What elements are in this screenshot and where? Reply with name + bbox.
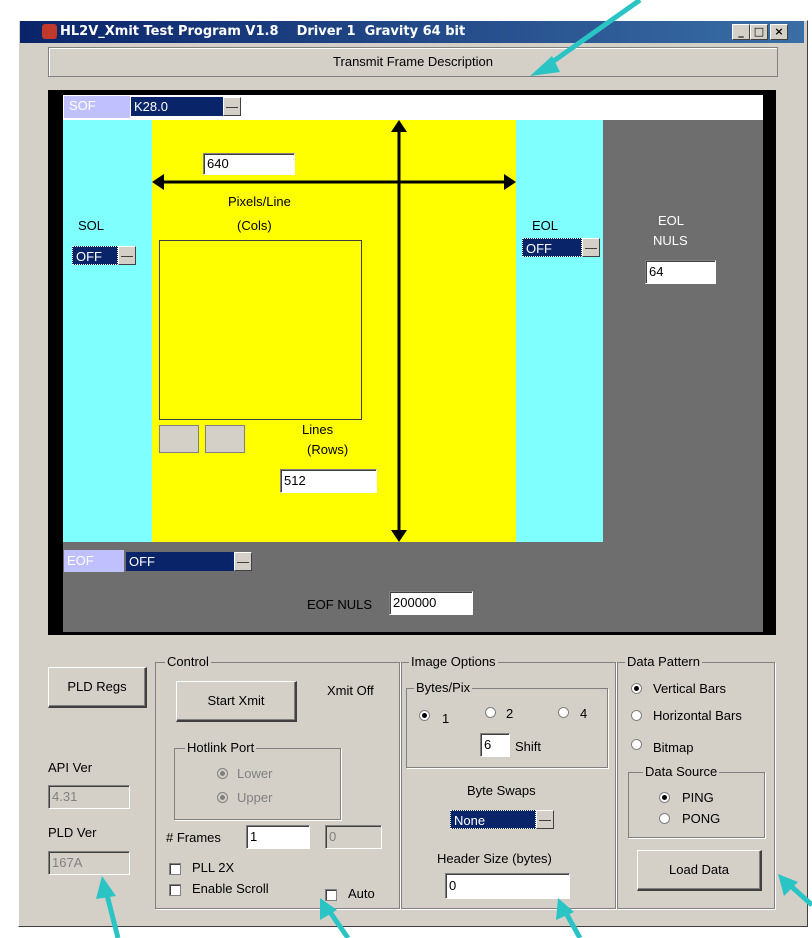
- sof-label: SOF: [69, 98, 96, 113]
- header-size-label: Header Size (bytes): [437, 851, 552, 866]
- title-bar[interactable]: HL2V_Xmit Test Program V1.8 Driver 1 Gra…: [20, 21, 804, 43]
- pong-label: PONG: [682, 811, 721, 826]
- hotlink-lower-label: Lower: [237, 766, 273, 781]
- lines-label: Lines: [302, 422, 334, 437]
- enable-scroll-label: Enable Scroll: [192, 881, 269, 896]
- sol-spin-button[interactable]: [118, 246, 136, 265]
- eol-nuls-label-2: NULS: [653, 233, 688, 248]
- frames-label: # Frames: [166, 830, 221, 845]
- minimize-button[interactable]: _: [732, 24, 750, 40]
- vertical-bars-radio[interactable]: [631, 683, 642, 694]
- horizontal-bars-radio[interactable]: [631, 710, 642, 721]
- sof-label-box: SOF: [64, 96, 130, 118]
- data-pattern-label: Data Pattern: [625, 654, 702, 669]
- eol-nuls-label-1: EOL: [658, 213, 685, 228]
- hotlink-port-group: [174, 748, 341, 820]
- vertical-bars-label: Vertical Bars: [653, 681, 726, 696]
- load-data-button[interactable]: Load Data: [637, 850, 762, 891]
- sol-column: [63, 120, 152, 542]
- eol-label: EOL: [532, 218, 559, 233]
- frames-count-field: 0: [325, 825, 382, 849]
- data-source-group: [628, 772, 765, 838]
- rows-label: (Rows): [307, 442, 349, 457]
- bytes-pix-1-radio[interactable]: [419, 710, 430, 721]
- bytes-pix-2-radio[interactable]: [485, 707, 496, 718]
- bytes-pix-4-radio[interactable]: [558, 707, 569, 718]
- eof-nuls-label: EOF NULS: [307, 597, 373, 612]
- hotlink-port-label: Hotlink Port: [185, 740, 257, 755]
- eol-nuls-column: [603, 120, 763, 542]
- pll-2x-label: PLL 2X: [192, 860, 235, 875]
- auto-checkbox[interactable]: [325, 889, 337, 901]
- eol-nuls-input[interactable]: 64: [645, 260, 716, 284]
- app-icon: [42, 24, 57, 39]
- byte-swaps-select[interactable]: None: [450, 810, 536, 829]
- lines-input[interactable]: 512: [280, 469, 377, 493]
- bitmap-label: Bitmap: [653, 740, 694, 755]
- maximize-button[interactable]: □: [750, 24, 768, 40]
- horizontal-bars-label: Horizontal Bars: [653, 708, 742, 723]
- hotlink-upper-label: Upper: [237, 790, 273, 805]
- window-title: HL2V_Xmit Test Program V1.8 Driver 1 Gra…: [60, 24, 466, 39]
- hotlink-lower-radio[interactable]: [217, 768, 228, 779]
- bitmap-radio[interactable]: [631, 739, 642, 750]
- preview-box-1: [159, 425, 199, 453]
- ping-radio[interactable]: [659, 792, 670, 803]
- ping-label: PING: [682, 790, 714, 805]
- frame-description-title: Transmit Frame Description: [333, 54, 493, 69]
- eof-label-box: EOF: [64, 550, 124, 572]
- eol-select[interactable]: OFF: [522, 238, 582, 257]
- api-ver-label: API Ver: [48, 760, 93, 775]
- eof-nuls-input[interactable]: 200000: [389, 591, 473, 615]
- pld-regs-button[interactable]: PLD Regs: [48, 667, 147, 708]
- eol-spin-button[interactable]: [582, 238, 600, 257]
- pixels-line-label: Pixels/Line: [228, 194, 291, 209]
- bytes-pix-1-label: 1: [442, 711, 450, 726]
- data-source-label: Data Source: [643, 764, 720, 779]
- control-group-label: Control: [165, 654, 211, 669]
- eof-spin-button[interactable]: [234, 552, 252, 571]
- close-button[interactable]: ×: [770, 24, 788, 40]
- eof-select[interactable]: OFF: [126, 552, 234, 571]
- pll-2x-checkbox[interactable]: [169, 863, 181, 875]
- header-size-input[interactable]: 0: [445, 873, 570, 899]
- image-options-label: Image Options: [409, 654, 498, 669]
- auto-label: Auto: [348, 886, 375, 901]
- pld-ver-field: 167A: [48, 851, 130, 875]
- preview-box-2: [205, 425, 245, 453]
- api-ver-field: 4.31: [48, 785, 130, 809]
- frames-input[interactable]: 1: [246, 825, 310, 849]
- byte-swaps-spin-button[interactable]: [536, 810, 554, 829]
- sol-select[interactable]: OFF: [72, 246, 118, 265]
- cols-label: (Cols): [237, 218, 272, 233]
- image-preview-box: [159, 240, 362, 420]
- pld-ver-label: PLD Ver: [48, 825, 97, 840]
- bytes-pix-4-label: 4: [580, 706, 588, 721]
- bytes-pix-2-label: 2: [506, 706, 514, 721]
- enable-scroll-checkbox[interactable]: [169, 884, 181, 896]
- pong-radio[interactable]: [659, 813, 670, 824]
- shift-input[interactable]: 6: [480, 733, 510, 757]
- hotlink-upper-radio[interactable]: [217, 792, 228, 803]
- eof-label: EOF: [67, 553, 94, 568]
- shift-label: Shift: [515, 739, 542, 754]
- bytes-pix-label: Bytes/Pix: [414, 680, 473, 695]
- xmit-status: Xmit Off: [327, 683, 374, 698]
- byte-swaps-label: Byte Swaps: [467, 783, 536, 798]
- eol-column: [516, 120, 603, 542]
- start-xmit-button[interactable]: Start Xmit: [176, 681, 297, 722]
- sol-label: SOL: [78, 218, 105, 233]
- frame-description-header: Transmit Frame Description: [48, 47, 778, 77]
